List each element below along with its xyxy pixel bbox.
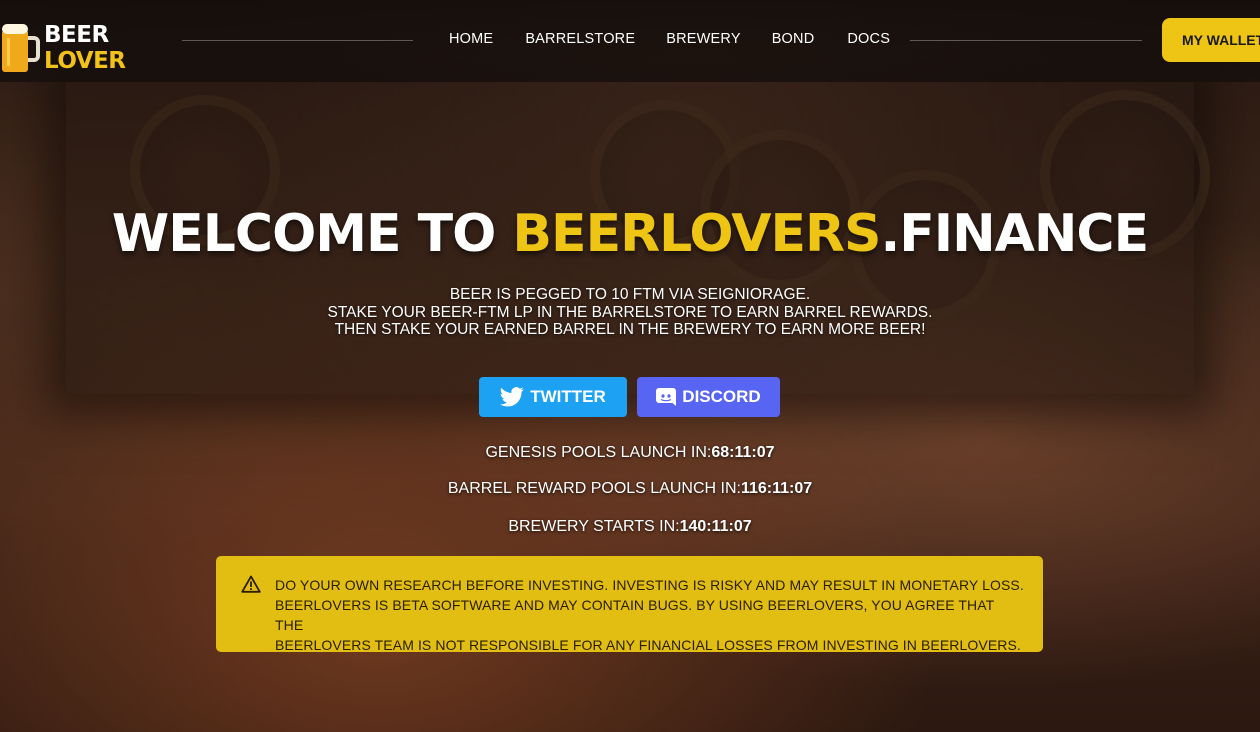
nav-brewery[interactable]: BREWERY [666,31,740,47]
warning-line: DO YOUR OWN RESEARCH BEFORE INVESTING. I… [275,577,1024,593]
countdown-brewery: BREWERY STARTS IN:140:11:07 [0,518,1260,536]
logo-line-2: LOVER [44,48,126,74]
countdown-genesis-pools: GENESIS POOLS LAUNCH IN:68:11:07 [0,444,1260,462]
countdown-label: BARREL REWARD POOLS LAUNCH IN: [447,480,741,497]
nav-divider-right [910,40,1142,41]
countdown-time: 68:11:07 [711,444,775,461]
hero-subtitle-line: BEER IS PEGGED TO 10 FTM VIA SEIGNIORAGE… [449,286,811,303]
main-nav: HOME BARRELSTORE BREWERY BOND DOCS [449,31,890,47]
hero-title-accent: BEERLOVERS [512,204,881,264]
countdown-label: BREWERY STARTS IN: [508,518,680,535]
beer-mug-icon [2,24,40,72]
logo-wordmark: BEER LOVER [44,22,126,74]
hero-subtitle-line: STAKE YOUR BEER-FTM LP IN THE BARRELSTOR… [327,303,933,321]
discord-button[interactable]: DISCORD [637,377,780,417]
hero-title-suffix: .FINANCE [880,204,1150,264]
countdown-barrel-reward-pools: BARREL REWARD POOLS LAUNCH IN:116:11:07 [0,480,1260,498]
top-navbar: BEER LOVER HOME BARRELSTORE BREWERY BOND… [0,0,1260,82]
twitter-button-label: TWITTER [530,387,606,406]
discord-button-label: DISCORD [682,387,761,406]
twitter-bird-icon [500,387,524,407]
nav-divider-left [182,40,413,41]
hero-subtitle-line: THEN STAKE YOUR EARNED BARREL IN THE BRE… [334,321,926,338]
hero-subtitle: BEER IS PEGGED TO 10 FTM VIA SEIGNIORAGE… [0,286,1260,339]
countdown-label: GENESIS POOLS LAUNCH IN: [485,444,712,461]
my-wallet-button[interactable]: MY WALLET [1162,18,1260,62]
hero-title: WELCOME TO BEERLOVERS.FINANCE [0,204,1260,264]
warning-line: BEERLOVERS IS BETA SOFTWARE AND MAY CONT… [275,597,995,633]
hero-title-prefix: WELCOME TO [111,204,513,264]
site-logo[interactable]: BEER LOVER [0,12,130,78]
warning-text: DO YOUR OWN RESEARCH BEFORE INVESTING. I… [275,575,1025,655]
warning-triangle-icon [241,575,261,593]
nav-bond[interactable]: BOND [772,31,815,47]
countdown-time: 140:11:07 [679,518,752,535]
countdown-time: 116:11:07 [740,480,813,497]
twitter-button[interactable]: TWITTER [479,377,627,417]
nav-barrelstore[interactable]: BARRELSTORE [525,31,635,47]
discord-icon [656,388,677,406]
nav-docs[interactable]: DOCS [847,31,890,47]
risk-warning-banner: DO YOUR OWN RESEARCH BEFORE INVESTING. I… [216,556,1043,655]
nav-home[interactable]: HOME [449,31,493,47]
logo-line-1: BEER [44,22,109,48]
warning-line: BEERLOVERS TEAM IS NOT RESPONSIBLE FOR A… [275,637,1021,653]
